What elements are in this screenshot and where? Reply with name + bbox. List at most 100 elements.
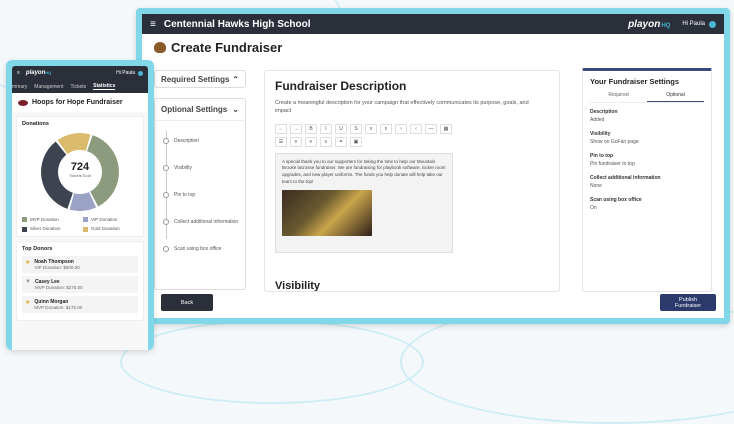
setting-label: Visibility bbox=[590, 131, 611, 137]
playon-logo: playonHQ bbox=[25, 70, 52, 76]
legend-item: Silver Donation bbox=[22, 226, 77, 232]
legend-swatch bbox=[83, 226, 88, 232]
setting-label: Pin to top bbox=[590, 153, 614, 159]
legend-item: VIP Donation bbox=[83, 217, 138, 223]
tab-management[interactable]: Management bbox=[34, 84, 63, 90]
donor-item: ▼ Casey Lee MVP Donation: $275.00 bbox=[22, 275, 138, 293]
donor-item: ★ Noah Thompson VIP Donation: $500.00 bbox=[22, 255, 138, 273]
setting-value: Pin fundraiser to top bbox=[590, 161, 635, 167]
setting-label: Collect additional information bbox=[590, 175, 661, 181]
tab-optional[interactable]: Optional bbox=[647, 92, 704, 102]
top-donors-label: Top Donors bbox=[22, 245, 53, 252]
outdent-icon[interactable]: ‹ bbox=[410, 123, 422, 134]
setting-value: Show on GoFan page bbox=[590, 139, 639, 145]
donor-item: ★ Quinn Morgan MVP Donation: $175.00 bbox=[22, 295, 138, 313]
optional-settings-label: Optional Settings bbox=[161, 105, 228, 114]
menu-icon[interactable]: ≡ bbox=[17, 70, 20, 76]
mobile-top-bar: ≡ playonHQ Hi Paula bbox=[12, 66, 148, 80]
setting-value: None bbox=[590, 183, 602, 189]
step-dot bbox=[163, 218, 169, 225]
fundraiser-title: Hoops for Hope Fundraiser bbox=[32, 99, 123, 106]
required-settings-section[interactable]: Required Settings ⌃ bbox=[154, 70, 246, 88]
top-bar: ≡ Centennial Hawks High School playonHQ … bbox=[142, 14, 724, 34]
user-greeting: Hi Paula bbox=[682, 21, 705, 27]
bold-icon[interactable]: B bbox=[305, 123, 317, 134]
tab-tickets[interactable]: Tickets bbox=[70, 84, 86, 90]
settings-panel-title: Your Fundraiser Settings bbox=[590, 77, 680, 86]
publish-fundraiser-button[interactable]: Publish Fundraiser bbox=[660, 294, 716, 311]
editor-toolbar: ← → B I U Sx x › ‹ — ▦ ☰ ≡ ≡ ≡ ⚭ ▣ bbox=[275, 123, 465, 147]
superscript-icon[interactable]: x bbox=[380, 123, 392, 134]
fundraiser-settings-panel: Your Fundraiser Settings Required Option… bbox=[582, 68, 712, 292]
ribbon-icon: ▼ bbox=[25, 278, 31, 285]
legend-label: MVP Donation bbox=[30, 217, 59, 222]
setting-summary: Pin to top Pin fundraiser to top bbox=[590, 153, 704, 167]
underline-icon[interactable]: U bbox=[335, 123, 347, 134]
optional-settings-header[interactable]: Optional Settings ⌄ bbox=[155, 99, 245, 121]
setting-summary: Scan using box office On bbox=[590, 197, 704, 211]
legend-label: VIP Donation bbox=[91, 217, 118, 222]
tickets-sold-label: Tickets Sold bbox=[69, 173, 91, 178]
strikethrough-icon[interactable]: S bbox=[350, 123, 362, 134]
star-icon: ★ bbox=[25, 259, 31, 266]
step-dot bbox=[163, 245, 169, 252]
playon-logo: playonHQ bbox=[628, 18, 671, 30]
step-dot bbox=[163, 164, 169, 171]
section-description: Create a meaningful description for your… bbox=[275, 100, 529, 115]
tab-mmary[interactable]: mmary bbox=[12, 84, 27, 90]
donations-card: Donations 724 Tickets Sold MVP Donation V… bbox=[16, 116, 144, 237]
setting-summary: Visibility Show on GoFan page bbox=[590, 131, 704, 145]
legend-label: Silver Donation bbox=[30, 226, 61, 232]
legend-swatch bbox=[83, 217, 88, 223]
tickets-sold-value: 724 bbox=[70, 161, 90, 173]
step-collect-info[interactable]: Collect additional information bbox=[155, 208, 245, 235]
team-logo-icon bbox=[18, 99, 28, 106]
description-textarea[interactable]: A special thank you to our supporters fo… bbox=[275, 152, 453, 253]
tab-statistics[interactable]: Statistics bbox=[93, 83, 116, 90]
legend-swatch bbox=[22, 217, 27, 223]
setting-label: Description bbox=[590, 109, 618, 115]
undo-icon[interactable]: ← bbox=[275, 123, 287, 134]
chart-legend: MVP Donation VIP Donation Silver Donation G… bbox=[22, 217, 138, 232]
indent-icon[interactable]: › bbox=[395, 123, 407, 134]
redo-icon[interactable]: → bbox=[290, 123, 302, 134]
top-donors-card: Top Donors ★ Noah Thompson VIP Donation: $… bbox=[16, 240, 144, 321]
tab-required[interactable]: Required bbox=[590, 92, 647, 102]
star-icon: ★ bbox=[25, 299, 31, 306]
menu-icon[interactable]: ≡ bbox=[150, 19, 156, 30]
align-left-icon[interactable]: ≡ bbox=[290, 136, 302, 147]
list-icon[interactable]: ☰ bbox=[275, 136, 287, 147]
team-photo bbox=[282, 189, 372, 236]
legend-item: MVP Donation bbox=[22, 217, 77, 223]
chevron-down-icon: ⌄ bbox=[232, 105, 239, 114]
table-icon[interactable]: ▦ bbox=[440, 123, 452, 134]
donor-detail: MVP Donation: $175.00 bbox=[34, 304, 83, 310]
desktop-window: ≡ Centennial Hawks High School playonHQ … bbox=[136, 8, 730, 324]
image-icon[interactable]: ▣ bbox=[350, 136, 362, 147]
page-title: Create Fundraiser bbox=[154, 40, 282, 55]
school-name: Centennial Hawks High School bbox=[163, 18, 311, 30]
setting-summary: Description Added bbox=[590, 109, 704, 123]
back-button[interactable]: Back bbox=[161, 294, 213, 311]
align-right-icon[interactable]: ≡ bbox=[320, 136, 332, 147]
legend-item: Gold Donation bbox=[83, 226, 138, 232]
step-pin-to-top[interactable]: Pin to top bbox=[155, 181, 245, 208]
user-icon[interactable] bbox=[709, 20, 716, 28]
hr-icon[interactable]: — bbox=[425, 123, 437, 134]
hawk-logo-icon bbox=[154, 42, 166, 53]
step-scan-box-office[interactable]: Scan using box office bbox=[155, 235, 245, 262]
donations-label: Donations bbox=[22, 121, 49, 127]
description-editor-panel: Fundraiser Description Create a meaningf… bbox=[264, 70, 560, 292]
subscript-icon[interactable]: x bbox=[365, 123, 377, 134]
legend-swatch bbox=[22, 226, 27, 232]
required-settings-label: Required Settings bbox=[161, 74, 230, 84]
italic-icon[interactable]: I bbox=[320, 123, 332, 134]
step-visibility[interactable]: Visibility bbox=[155, 154, 245, 181]
donor-detail: VIP Donation: $500.00 bbox=[34, 264, 80, 270]
align-center-icon[interactable]: ≡ bbox=[305, 136, 317, 147]
legend-label: Gold Donation bbox=[91, 226, 120, 232]
step-description[interactable]: Description bbox=[155, 127, 245, 154]
user-icon[interactable] bbox=[138, 70, 143, 76]
setting-summary: Collect additional information None bbox=[590, 175, 704, 189]
link-icon[interactable]: ⚭ bbox=[335, 136, 347, 147]
